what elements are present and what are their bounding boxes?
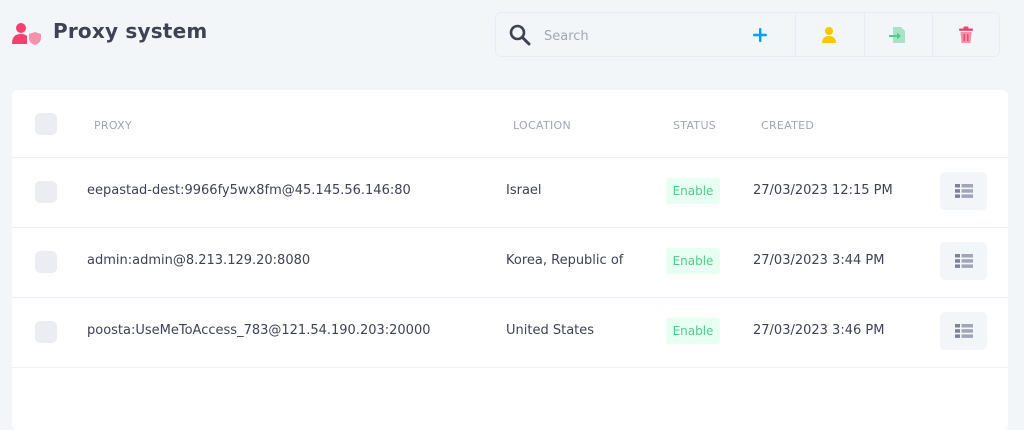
proxy-cell: eepastad-dest:9966fy5wx8fm@45.145.56.146… (87, 183, 411, 198)
table-row: eepastad-dest:9966fy5wx8fm@45.145.56.146… (12, 157, 1008, 228)
row-checkbox[interactable] (35, 321, 57, 343)
user-icon (822, 26, 836, 43)
status-badge: Enable (666, 248, 720, 274)
location-cell: United States (506, 323, 595, 338)
created-cell: 27/03/2023 3:44 PM (753, 253, 885, 268)
row-checkbox[interactable] (35, 181, 57, 203)
row-details-button[interactable] (940, 242, 987, 280)
location-cell: Israel (506, 183, 542, 198)
status-badge: Enable (666, 178, 720, 204)
row-checkbox[interactable] (35, 251, 57, 273)
created-cell: 27/03/2023 3:46 PM (753, 323, 885, 338)
list-icon (954, 184, 973, 198)
created-cell: 27/03/2023 12:15 PM (753, 183, 893, 198)
table-row: admin:admin@8.213.129.20:8080 Korea, Rep… (12, 227, 1008, 298)
import-button[interactable] (863, 13, 931, 56)
proxy-cell: admin:admin@8.213.129.20:8080 (87, 253, 311, 268)
table-header: PROXY LOCATION STATUS CREATED (12, 90, 1008, 158)
proxy-cell: poosta:UseMeToAccess_783@121.54.190.203:… (87, 323, 431, 338)
column-header-location[interactable]: LOCATION (513, 119, 571, 132)
column-header-status[interactable]: STATUS (673, 119, 716, 132)
page-title: Proxy system (53, 19, 208, 43)
file-import-icon (889, 26, 905, 43)
status-badge: Enable (666, 318, 720, 344)
user-button[interactable] (795, 13, 863, 56)
trash-icon (959, 26, 973, 43)
plus-icon (753, 27, 767, 42)
column-header-proxy[interactable]: PROXY (94, 119, 132, 132)
user-shield-icon (12, 23, 41, 45)
list-icon (954, 254, 973, 268)
add-button[interactable] (726, 13, 794, 56)
page-header: Proxy system (0, 0, 1024, 70)
column-header-created[interactable]: CREATED (761, 119, 814, 132)
row-details-button[interactable] (940, 312, 987, 350)
toolbar (495, 12, 1000, 57)
search-icon (509, 24, 531, 46)
list-icon (954, 324, 973, 338)
delete-button[interactable] (932, 13, 1000, 56)
location-cell: Korea, Republic of (506, 253, 624, 268)
search-input[interactable] (542, 22, 726, 50)
row-details-button[interactable] (940, 172, 987, 210)
table-row: poosta:UseMeToAccess_783@121.54.190.203:… (12, 297, 1008, 368)
proxy-table-card: PROXY LOCATION STATUS CREATED eepastad-d… (12, 90, 1008, 430)
select-all-checkbox[interactable] (35, 113, 57, 135)
